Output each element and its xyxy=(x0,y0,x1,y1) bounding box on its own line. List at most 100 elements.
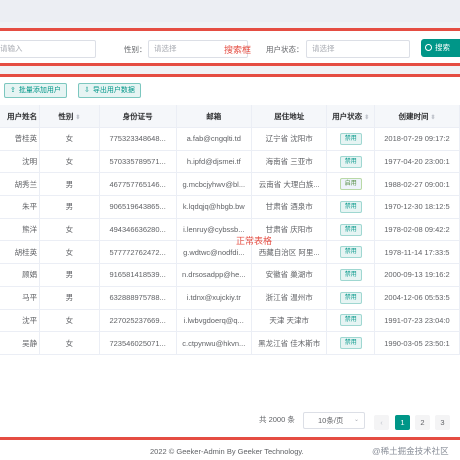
download-icon: ⇩ xyxy=(84,87,90,94)
table-cell: 男 xyxy=(39,195,100,219)
table-cell: 男 xyxy=(39,286,100,310)
table-cell: 女 xyxy=(39,127,100,151)
table-row[interactable]: 熊洋女 494346636280... i.lenruy@cybssb... 甘肃省 … xyxy=(0,218,460,242)
table-cell: i.lwbvgdoerq@q... xyxy=(176,309,253,333)
status-cell: 禁用 xyxy=(326,218,375,242)
page-2-button[interactable]: 2 xyxy=(415,415,430,430)
status-cell: 禁用 xyxy=(326,240,375,265)
sort-icon[interactable]: ⬍ xyxy=(75,115,80,121)
column-header[interactable]: 邮箱 xyxy=(176,105,253,128)
upload-icon: ⇪ xyxy=(10,87,16,94)
footer-copyright: 2022 © Geeker-Admin By Geeker Technology… xyxy=(150,447,304,456)
table-cell: 916581418539... xyxy=(99,263,177,287)
table-row[interactable]: 沈平女 227025237669... i.lwbvgdoerq@q... 天津 天津… xyxy=(0,309,460,333)
prev-page-button[interactable]: ‹ xyxy=(374,415,389,430)
table-cell: 胡秀兰 xyxy=(0,172,41,197)
table-cell: 1988-02-27 09:00:1 xyxy=(374,172,460,197)
status-cell: 禁用 xyxy=(326,150,375,174)
table-cell: 906519643865... xyxy=(99,195,177,219)
table-cell: 浙江省 温州市 xyxy=(251,286,328,310)
table-row[interactable]: 马平男 632888975788... i.tdnx@xujckiy.tr 浙江省 温… xyxy=(0,286,460,310)
table-cell: 曾桂英 xyxy=(0,127,41,151)
page-3-button[interactable]: 3 xyxy=(435,415,450,430)
table-cell: 吴静 xyxy=(0,331,41,355)
name-search-input[interactable]: 请输入 xyxy=(0,40,96,58)
table-cell: 723546025071... xyxy=(99,331,177,355)
table-cell: 男 xyxy=(39,172,100,197)
table-cell: 甘肃省 酒泉市 xyxy=(251,195,328,219)
table-row[interactable]: 顾娟男 916581418539... n.drsosadpp@he... 安徽省 巢… xyxy=(0,263,460,287)
chevron-left-icon: ‹ xyxy=(380,418,383,427)
table-cell: 570335789571... xyxy=(99,150,177,174)
table-cell: n.drsosadpp@he... xyxy=(176,263,253,287)
table-row[interactable]: 曾桂英女 775323348648... a.fab@cngqlti.td 辽宁省 沈… xyxy=(0,127,460,151)
column-header[interactable]: 创建时间 ⬍ xyxy=(374,105,460,128)
page-size-select[interactable]: 10条/页 ⌄ xyxy=(303,412,365,429)
table-cell: 1991-07-23 23:04:0 xyxy=(374,309,460,333)
status-badge: 启用 xyxy=(339,178,362,191)
table-cell: 朱平 xyxy=(0,195,41,219)
table-cell: g.mcbcjyhwv@bl... xyxy=(176,172,253,197)
status-cell: 启用 xyxy=(326,172,375,197)
status-cell: 禁用 xyxy=(326,331,375,355)
status-badge: 禁用 xyxy=(339,268,362,281)
table-cell: 安徽省 巢湖市 xyxy=(251,263,328,287)
table-cell: 熊洋 xyxy=(0,218,41,242)
sort-icon[interactable]: ⬍ xyxy=(364,115,369,121)
table-cell: c.ctpynwu@hkvn... xyxy=(176,331,253,355)
search-button[interactable]: 搜索 xyxy=(421,39,460,57)
table-cell: a.fab@cngqlti.td xyxy=(176,127,253,151)
table-cell: 1977-04-20 23:00:1 xyxy=(374,150,460,174)
chevron-down-icon: ⌄ xyxy=(353,417,359,423)
table-cell: k.lqdqjq@hbgb.bw xyxy=(176,195,253,219)
batch-add-button[interactable]: ⇪ 批量添加用户 xyxy=(4,83,67,98)
table-cell: 女 xyxy=(39,240,100,265)
column-header-label: 用户状态 xyxy=(332,111,363,121)
column-header-label: 邮箱 xyxy=(206,111,222,121)
table-cell: 577772762472... xyxy=(99,240,177,265)
column-header[interactable]: 身份证号 xyxy=(99,105,177,128)
table-cell: h.ipfd@djsmei.tf xyxy=(176,150,253,174)
page-1-button[interactable]: 1 xyxy=(395,415,410,430)
table-cell: 辽宁省 沈阳市 xyxy=(251,127,328,151)
status-cell: 禁用 xyxy=(326,195,375,219)
table-cell: 顾娟 xyxy=(0,263,41,287)
table-cell: i.tdnx@xujckiy.tr xyxy=(176,286,253,310)
status-select[interactable]: 请选择 xyxy=(306,40,410,58)
search-icon xyxy=(425,44,432,51)
table-body: 曾桂英女 775323348648... a.fab@cngqlti.td 辽宁省 沈… xyxy=(0,127,460,355)
status-badge: 禁用 xyxy=(339,291,362,304)
status-cell: 禁用 xyxy=(326,263,375,287)
search-panel: 请输入 性别： 请选择 搜索框 用户状态： 请选择 搜索 xyxy=(0,28,460,66)
table-cell: 云南省 大理白族... xyxy=(251,172,328,197)
table-row[interactable]: 胡秀兰男 467757765146... g.mcbcjyhwv@bl... 云南省 … xyxy=(0,172,460,197)
export-button[interactable]: ⇩ 导出用户数据 xyxy=(78,83,141,98)
table-row[interactable]: 胡桂英女 577772762472... g.wdtwc@nodfdi... 西藏自治… xyxy=(0,240,460,265)
sort-icon[interactable]: ⬍ xyxy=(430,115,435,121)
table-row[interactable]: 吴静女 723546025071... c.ctpynwu@hkvn... 黑龙江省 … xyxy=(0,331,460,355)
table-row[interactable]: 沈明女 570335789571... h.ipfd@djsmei.tf 海南省 三亚… xyxy=(0,150,460,174)
table-cell: 男 xyxy=(39,263,100,287)
table-cell: 1990-03-05 23:50:1 xyxy=(374,331,460,355)
status-label: 用户状态： xyxy=(266,45,304,54)
table-cell: 1970-12-30 18:12:5 xyxy=(374,195,460,219)
status-badge: 禁用 xyxy=(339,132,362,145)
column-header-label: 身份证号 xyxy=(122,111,153,121)
status-badge: 禁用 xyxy=(339,155,362,168)
status-badge: 禁用 xyxy=(339,200,362,213)
column-header[interactable]: 用户状态 ⬍ xyxy=(326,105,375,128)
search-button-label: 搜索 xyxy=(435,43,450,52)
table-cell: 775323348648... xyxy=(99,127,177,151)
table-cell: 494346636280... xyxy=(99,218,177,242)
status-cell: 禁用 xyxy=(326,127,375,151)
table-cell: 黑龙江省 佳木斯市 xyxy=(251,331,328,355)
status-badge: 禁用 xyxy=(339,314,362,327)
column-header[interactable]: 用户姓名 xyxy=(0,105,41,128)
table-cell: 女 xyxy=(39,150,100,174)
column-header[interactable]: 性别 ⬍ xyxy=(39,105,100,128)
table-cell: 2000-09-13 19:16:2 xyxy=(374,263,460,287)
table-cell: 227025237669... xyxy=(99,309,177,333)
column-header[interactable]: 居住地址 xyxy=(251,105,328,128)
watermark: @稀土掘金技术社区 xyxy=(372,446,449,456)
table-row[interactable]: 朱平男 906519643865... k.lqdqjq@hbgb.bw 甘肃省 酒泉… xyxy=(0,195,460,219)
